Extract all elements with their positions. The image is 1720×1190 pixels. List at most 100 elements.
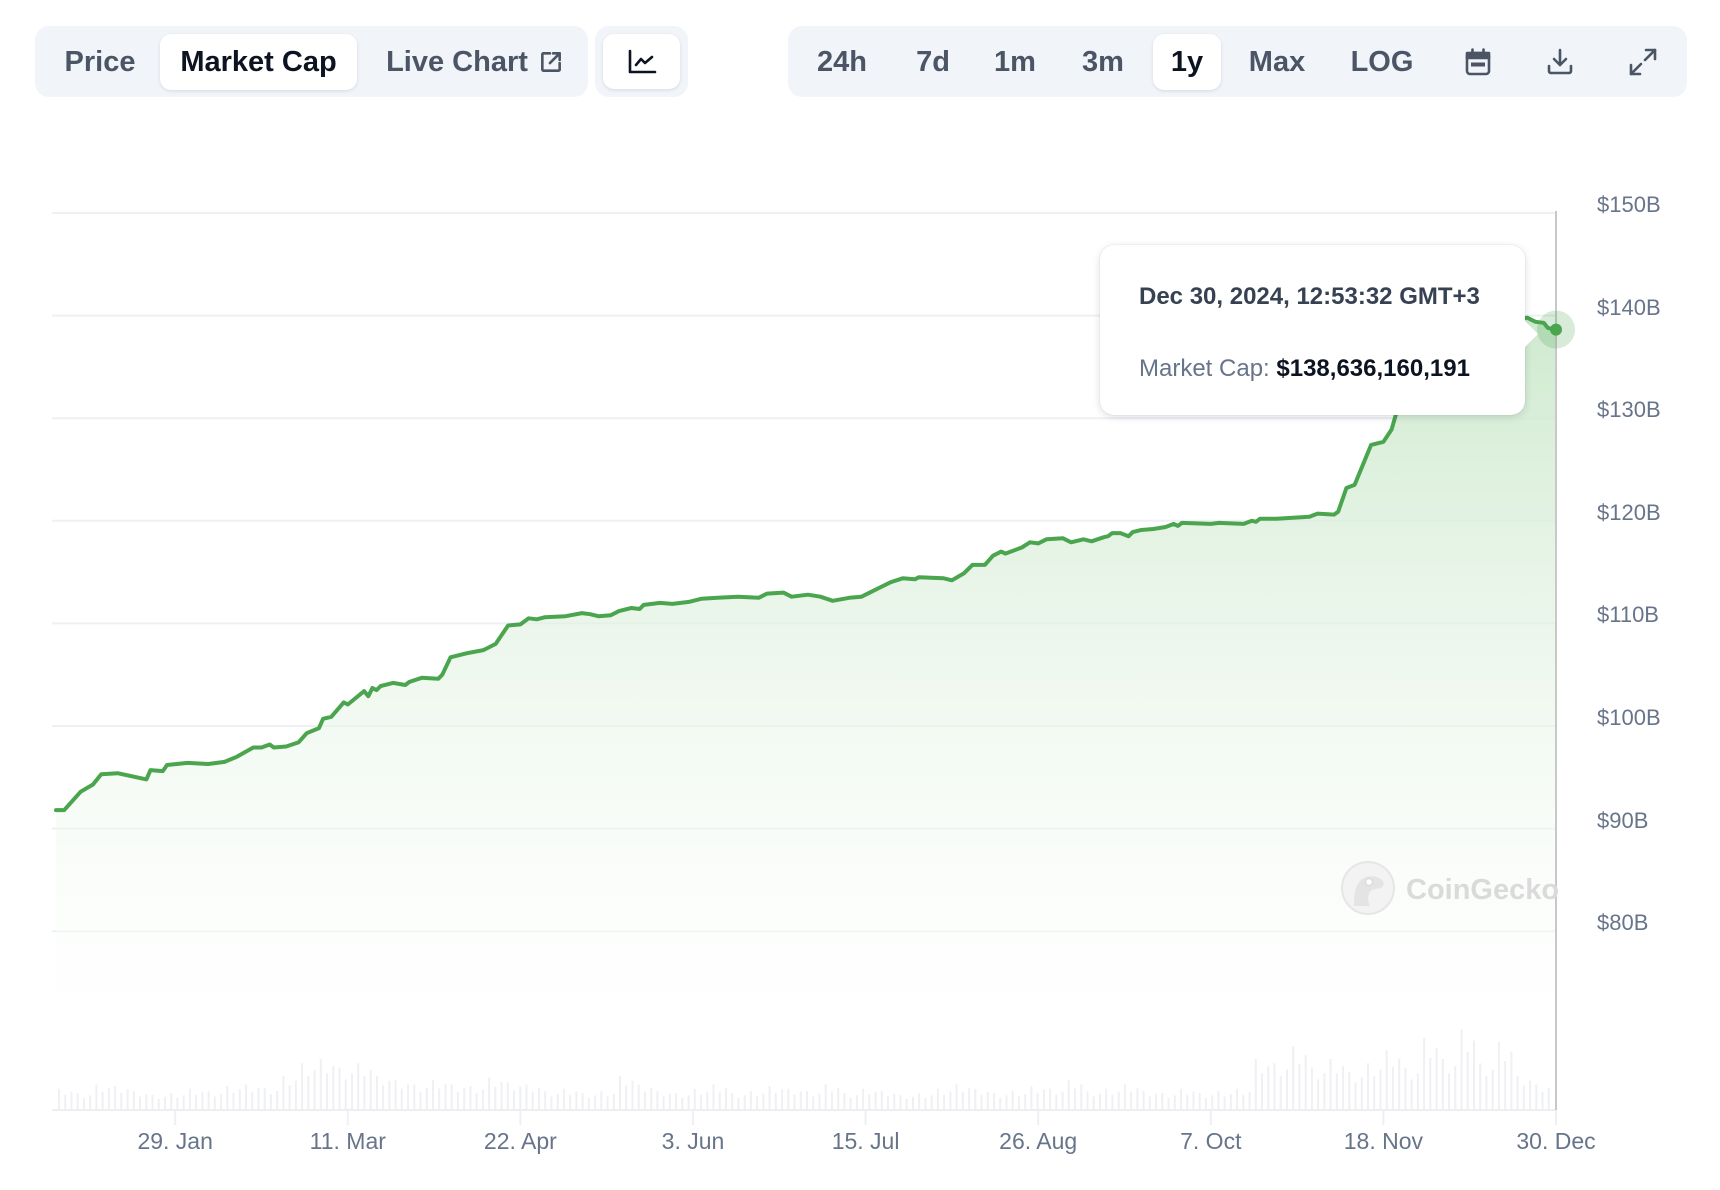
volume-bar — [1317, 1079, 1320, 1110]
volume-bar — [843, 1093, 846, 1110]
volume-bar — [1310, 1067, 1313, 1110]
volume-bar — [120, 1092, 123, 1110]
volume-bar — [139, 1096, 141, 1110]
volume-bar — [1236, 1088, 1239, 1111]
x-axis-label: 22. Apr — [483, 1128, 557, 1154]
volume-bar — [257, 1088, 260, 1110]
volume-bar — [569, 1094, 572, 1110]
volume-bar — [1466, 1051, 1469, 1110]
volume-bar — [475, 1092, 478, 1110]
volume-bar — [89, 1095, 92, 1110]
volume-bar — [1167, 1097, 1170, 1110]
volume-bar — [625, 1085, 628, 1110]
volume-bar — [562, 1088, 565, 1111]
volume-bar — [538, 1088, 540, 1110]
volume-bar — [1529, 1080, 1532, 1110]
volume-bar — [1111, 1094, 1114, 1110]
volume-bar — [1491, 1069, 1494, 1110]
volume-bar — [1298, 1064, 1301, 1110]
volume-bar — [656, 1091, 659, 1110]
volume-bar — [413, 1084, 416, 1110]
volume-bar — [1067, 1080, 1070, 1110]
volume-bar — [949, 1091, 952, 1110]
volume-bar — [1061, 1091, 1064, 1110]
volume-bar — [681, 1097, 684, 1110]
volume-bar — [64, 1094, 67, 1110]
volume-bar — [1510, 1051, 1513, 1110]
gecko-logo-icon — [1340, 860, 1396, 921]
volume-bar — [1448, 1073, 1450, 1110]
volume-bar — [955, 1084, 958, 1110]
volume-bar — [1416, 1073, 1419, 1110]
volume-bar — [1342, 1066, 1345, 1110]
volume-bar — [1155, 1093, 1158, 1110]
volume-bar — [1373, 1076, 1376, 1110]
volume-bar — [107, 1088, 110, 1110]
volume-bar — [201, 1091, 204, 1110]
volume-bar — [519, 1086, 522, 1110]
volume-bar — [905, 1099, 908, 1110]
volume-bar — [1329, 1059, 1332, 1110]
volume-bar — [463, 1088, 466, 1110]
volume-bar — [357, 1063, 360, 1111]
y-axis-label: $130B — [1597, 397, 1661, 423]
volume-bar — [338, 1067, 341, 1110]
volume-bars — [58, 1029, 1550, 1111]
volume-bar — [762, 1093, 765, 1110]
volume-bar — [1547, 1088, 1550, 1110]
volume-bar — [874, 1091, 877, 1110]
x-axis-label: 15. Jul — [831, 1128, 900, 1154]
volume-bar — [170, 1093, 173, 1110]
volume-bar — [924, 1097, 927, 1110]
tooltip-label: Market Cap: — [1139, 355, 1270, 382]
x-axis-label: 11. Mar — [309, 1128, 386, 1154]
volume-bar — [1099, 1093, 1101, 1110]
volume-bar — [1186, 1094, 1189, 1110]
volume-bar — [1273, 1063, 1276, 1111]
volume-bar — [145, 1093, 148, 1110]
y-axis-label: $120B — [1597, 499, 1661, 525]
volume-bar — [594, 1095, 597, 1110]
volume-bar — [1036, 1092, 1039, 1110]
volume-bar — [488, 1077, 491, 1110]
volume-bar — [1254, 1059, 1257, 1110]
tooltip-row: Market Cap: $138,636,160,191 — [1139, 355, 1470, 383]
chart-tooltip: Dec 30, 2024, 12:53:32 GMT+3 Market Cap:… — [1100, 245, 1538, 415]
volume-bar — [332, 1066, 335, 1110]
volume-bar — [799, 1091, 802, 1110]
volume-bar — [1130, 1091, 1133, 1110]
volume-bar — [369, 1069, 372, 1110]
volume-bar — [344, 1079, 347, 1110]
volume-bar — [363, 1076, 366, 1110]
volume-bar — [812, 1096, 815, 1110]
market-cap-chart[interactable] — [0, 0, 1720, 1190]
volume-bar — [749, 1091, 752, 1110]
volume-bar — [1136, 1088, 1139, 1110]
volume-bar — [1522, 1085, 1525, 1110]
volume-bar — [438, 1088, 441, 1110]
y-axis-label: $140B — [1597, 294, 1661, 320]
volume-bar — [781, 1089, 784, 1110]
volume-bar — [313, 1069, 316, 1110]
volume-bar — [899, 1094, 902, 1110]
volume-bar — [824, 1084, 827, 1110]
volume-bar — [1030, 1086, 1033, 1110]
volume-bar — [774, 1092, 777, 1110]
volume-bar — [58, 1088, 60, 1111]
volume-bar — [668, 1093, 671, 1110]
volume-bar — [631, 1080, 634, 1110]
volume-bar — [450, 1084, 453, 1110]
volume-bar — [1017, 1096, 1020, 1110]
volume-bar — [581, 1093, 584, 1110]
volume-bar — [687, 1095, 690, 1110]
volume-bar — [531, 1091, 534, 1110]
volume-bar — [1398, 1058, 1401, 1110]
y-axis-label: $110B — [1597, 602, 1659, 628]
volume-bar — [263, 1087, 266, 1110]
volume-bar — [993, 1093, 995, 1110]
volume-bar — [126, 1089, 129, 1110]
volume-bar — [1360, 1077, 1363, 1110]
volume-bar — [1323, 1073, 1326, 1110]
volume-bar — [326, 1073, 328, 1110]
volume-bar — [195, 1094, 198, 1110]
